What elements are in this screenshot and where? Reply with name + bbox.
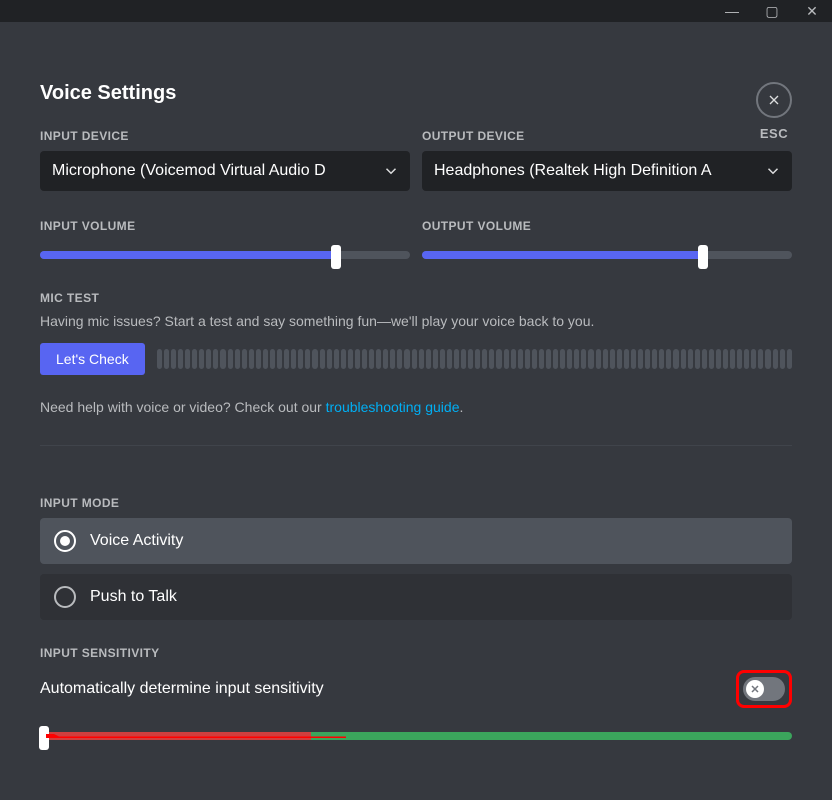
sensitivity-track-low	[40, 732, 311, 740]
sensitivity-track-high	[311, 732, 792, 740]
input-device-value: Microphone (Voicemod Virtual Audio D	[52, 162, 326, 180]
divider	[40, 445, 792, 446]
window-titlebar: — ▢ ✕	[0, 0, 832, 22]
window-maximize-button[interactable]: ▢	[760, 0, 784, 22]
auto-sensitivity-label: Automatically determine input sensitivit…	[40, 680, 324, 698]
slider-thumb[interactable]	[39, 726, 49, 750]
annotation-highlight	[736, 670, 792, 708]
sensitivity-slider[interactable]	[40, 732, 792, 740]
toggle-thumb	[746, 680, 764, 698]
chevron-down-icon	[382, 162, 400, 180]
help-text: Need help with voice or video? Check out…	[40, 399, 792, 415]
chevron-down-icon	[764, 162, 782, 180]
troubleshooting-link[interactable]: troubleshooting guide	[326, 399, 460, 415]
radio-icon	[54, 586, 76, 608]
output-volume-label: Output Volume	[422, 219, 792, 233]
mic-test-description: Having mic issues? Start a test and say …	[40, 313, 792, 329]
input-volume-slider[interactable]	[40, 251, 410, 259]
close-settings-button[interactable]: ESC	[756, 82, 792, 141]
output-device-label: Output Device	[422, 129, 792, 143]
close-icon	[756, 82, 792, 118]
input-device-select[interactable]: Microphone (Voicemod Virtual Audio D	[40, 151, 410, 191]
input-device-label: Input Device	[40, 129, 410, 143]
mic-test-button[interactable]: Let's Check	[40, 343, 145, 375]
radio-icon	[54, 530, 76, 552]
output-device-select[interactable]: Headphones (Realtek High Definition A	[422, 151, 792, 191]
mic-test-label: Mic Test	[40, 291, 792, 305]
input-mode-option-label: Push to Talk	[90, 588, 177, 606]
help-suffix: .	[460, 399, 464, 415]
help-prefix: Need help with voice or video? Check out…	[40, 399, 326, 415]
output-volume-slider[interactable]	[422, 251, 792, 259]
window-minimize-button[interactable]: —	[720, 0, 744, 22]
close-label: ESC	[756, 126, 792, 141]
auto-sensitivity-toggle[interactable]	[743, 677, 785, 701]
input-mode-option-voice-activity[interactable]: Voice Activity	[40, 518, 792, 564]
output-device-value: Headphones (Realtek High Definition A	[434, 162, 712, 180]
page-title: Voice Settings	[40, 82, 792, 105]
input-mode-label: Input Mode	[40, 496, 792, 510]
input-mode-option-label: Voice Activity	[90, 532, 183, 550]
input-mode-option-push-to-talk[interactable]: Push to Talk	[40, 574, 792, 620]
window-close-button[interactable]: ✕	[800, 0, 824, 22]
slider-thumb[interactable]	[698, 245, 708, 269]
input-volume-fill	[40, 251, 336, 259]
input-sensitivity-label: Input Sensitivity	[40, 646, 792, 660]
input-volume-label: Input Volume	[40, 219, 410, 233]
slider-thumb[interactable]	[331, 245, 341, 269]
mic-level-meter	[157, 349, 792, 369]
output-volume-fill	[422, 251, 703, 259]
